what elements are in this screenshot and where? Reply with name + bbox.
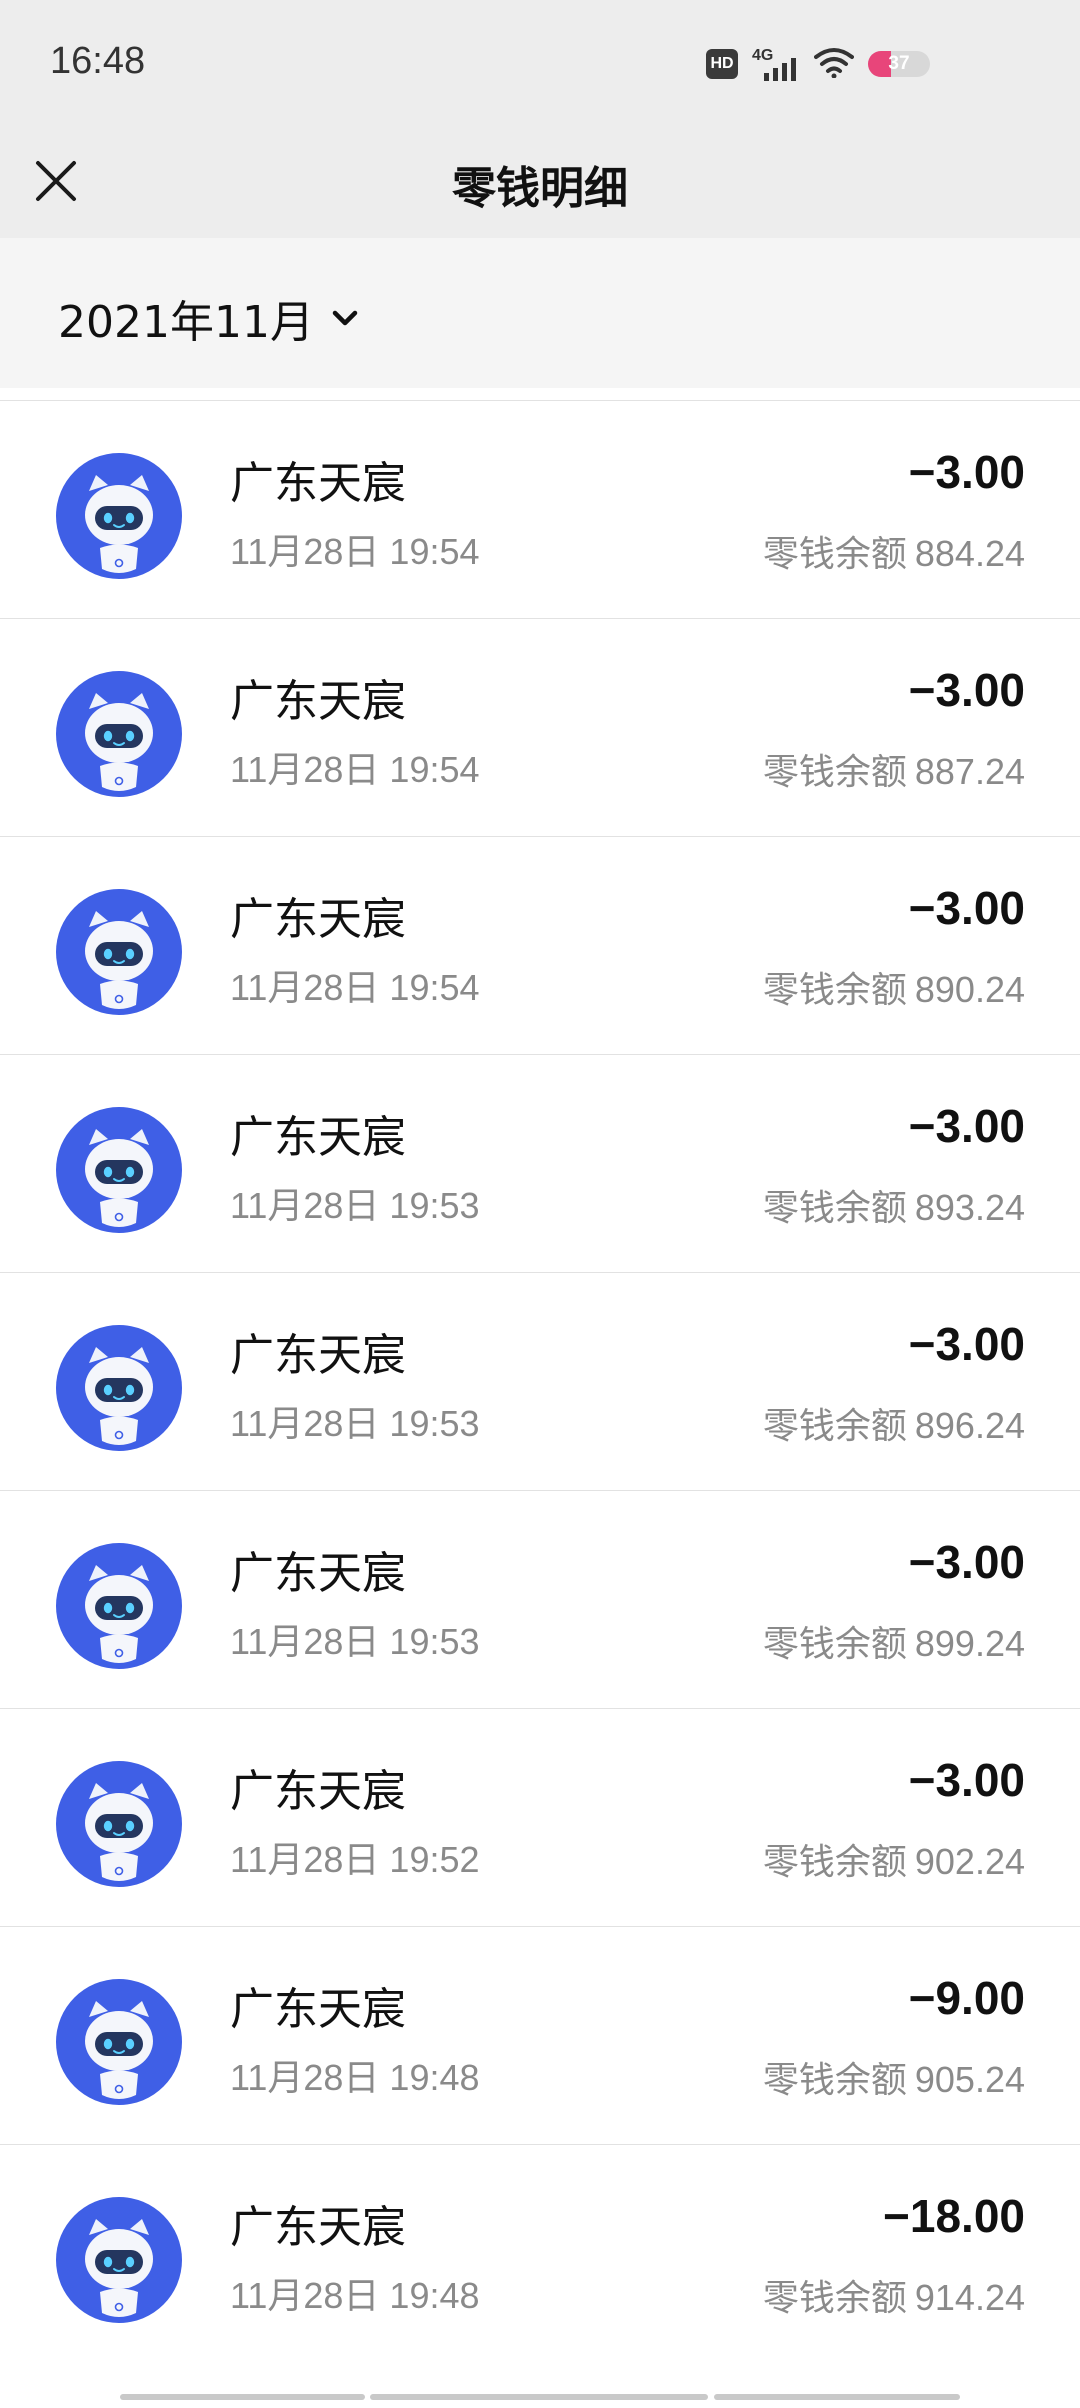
- transaction-amount: −3.00: [908, 1536, 1025, 1588]
- balance-value: 893.24: [914, 1187, 1025, 1228]
- status-icons: HD 4G 37: [706, 44, 930, 84]
- balance-info: 零钱余额 899.24: [763, 1615, 1025, 1667]
- transaction-amount: −3.00: [908, 1318, 1025, 1370]
- merchant-avatar-icon: [56, 453, 182, 579]
- status-bar: 16:48 HD 4G 37: [0, 0, 1080, 128]
- battery-level: 37: [888, 53, 910, 74]
- chevron-down-icon: [332, 310, 358, 326]
- transaction-time: 11月28日 19:53: [230, 1621, 480, 1662]
- merchant-avatar-icon: [56, 1979, 182, 2105]
- transaction-time: 11月28日 19:52: [230, 1839, 480, 1880]
- merchant-name: 广东天宸: [230, 1548, 406, 1599]
- transaction-amount: −3.00: [908, 446, 1025, 498]
- balance-value: 896.24: [914, 1405, 1025, 1446]
- balance-info: 零钱余额 884.24: [763, 525, 1025, 577]
- transaction-row[interactable]: 广东天宸 11月28日 19:53 −3.00 零钱余额 899.24: [0, 1490, 1080, 1708]
- merchant-name: 广东天宸: [230, 2202, 406, 2253]
- transaction-list: 广东天宸 11月28日 19:54 −3.00 零钱余额 884.24 广东天宸 …: [0, 400, 1080, 2362]
- transaction-amount: −18.00: [883, 2190, 1025, 2242]
- merchant-name: 广东天宸: [230, 458, 406, 509]
- merchant-avatar-icon: [56, 1543, 182, 1669]
- balance-info: 零钱余额 902.24: [763, 1833, 1025, 1885]
- balance-label: 零钱余额: [762, 1406, 907, 1447]
- battery-icon: 37: [868, 51, 930, 77]
- transaction-row[interactable]: 广东天宸 11月28日 19:54 −3.00 零钱余额 890.24: [0, 836, 1080, 1054]
- balance-label: 零钱余额: [762, 1188, 907, 1229]
- bottom-indicator: [0, 2390, 1080, 2408]
- month-filter-bar: 2021年11月: [0, 238, 1080, 388]
- merchant-name: 广东天宸: [230, 1330, 406, 1381]
- balance-label: 零钱余额: [762, 970, 907, 1011]
- month-label: 2021年11月: [58, 297, 314, 348]
- transaction-row[interactable]: 广东天宸 11月28日 19:52 −3.00 零钱余额 902.24: [0, 1708, 1080, 1926]
- balance-info: 零钱余额 896.24: [763, 1397, 1025, 1449]
- transaction-row[interactable]: 广东天宸 11月28日 19:53 −3.00 零钱余额 893.24: [0, 1054, 1080, 1272]
- transaction-row[interactable]: 广东天宸 11月28日 19:54 −3.00 零钱余额 884.24: [0, 400, 1080, 618]
- merchant-name: 广东天宸: [230, 1112, 406, 1163]
- balance-label: 零钱余额: [762, 1624, 907, 1665]
- transaction-time: 11月28日 19:54: [230, 967, 480, 1008]
- balance-value: 905.24: [914, 2059, 1025, 2100]
- merchant-name: 广东天宸: [230, 894, 406, 945]
- balance-label: 零钱余额: [762, 534, 907, 575]
- month-selector[interactable]: 2021年11月: [58, 286, 362, 350]
- transaction-time: 11月28日 19:53: [230, 1185, 480, 1226]
- balance-value: 890.24: [914, 969, 1025, 1010]
- transaction-amount: −9.00: [908, 1972, 1025, 2024]
- balance-value: 899.24: [914, 1623, 1025, 1664]
- page-title: 零钱明细: [452, 163, 628, 214]
- balance-value: 887.24: [914, 751, 1025, 792]
- balance-label: 零钱余额: [762, 1842, 907, 1883]
- transaction-amount: −3.00: [908, 664, 1025, 716]
- title-bar: 零钱明细: [0, 128, 1080, 238]
- merchant-avatar-icon: [56, 889, 182, 1015]
- merchant-avatar-icon: [56, 1761, 182, 1887]
- transaction-row[interactable]: 广东天宸 11月28日 19:53 −3.00 零钱余额 896.24: [0, 1272, 1080, 1490]
- wifi-icon: [814, 46, 854, 82]
- merchant-avatar-icon: [56, 2197, 182, 2323]
- merchant-avatar-icon: [56, 1107, 182, 1233]
- balance-value: 902.24: [914, 1841, 1025, 1882]
- merchant-avatar-icon: [56, 1325, 182, 1451]
- merchant-name: 广东天宸: [230, 1766, 406, 1817]
- balance-info: 零钱余额 887.24: [763, 743, 1025, 795]
- transaction-time: 11月28日 19:54: [230, 531, 480, 572]
- transaction-row[interactable]: 广东天宸 11月28日 19:54 −3.00 零钱余额 887.24: [0, 618, 1080, 836]
- merchant-name: 广东天宸: [230, 676, 406, 727]
- status-time: 16:48: [50, 40, 146, 82]
- balance-value: 914.24: [914, 2277, 1025, 2318]
- balance-label: 零钱余额: [762, 752, 907, 793]
- balance-info: 零钱余额 914.24: [763, 2269, 1025, 2321]
- transaction-amount: −3.00: [908, 1754, 1025, 1806]
- hd-icon: HD: [706, 49, 738, 79]
- merchant-avatar-icon: [56, 671, 182, 797]
- transaction-time: 11月28日 19:48: [230, 2275, 480, 2316]
- transaction-time: 11月28日 19:54: [230, 749, 480, 790]
- merchant-name: 广东天宸: [230, 1984, 406, 2035]
- transaction-time: 11月28日 19:53: [230, 1403, 480, 1444]
- transaction-amount: −3.00: [908, 1100, 1025, 1152]
- balance-label: 零钱余额: [762, 2060, 907, 2101]
- balance-label: 零钱余额: [762, 2278, 907, 2319]
- balance-info: 零钱余额 893.24: [763, 1179, 1025, 1231]
- transaction-row[interactable]: 广东天宸 11月28日 19:48 −9.00 零钱余额 905.24: [0, 1926, 1080, 2144]
- transaction-time: 11月28日 19:48: [230, 2057, 480, 2098]
- transaction-row[interactable]: 广东天宸 11月28日 19:48 −18.00 零钱余额 914.24: [0, 2144, 1080, 2362]
- transaction-amount: −3.00: [908, 882, 1025, 934]
- signal-icon: 4G: [752, 47, 800, 81]
- balance-value: 884.24: [914, 533, 1025, 574]
- balance-info: 零钱余额 905.24: [763, 2051, 1025, 2103]
- balance-info: 零钱余额 890.24: [763, 961, 1025, 1013]
